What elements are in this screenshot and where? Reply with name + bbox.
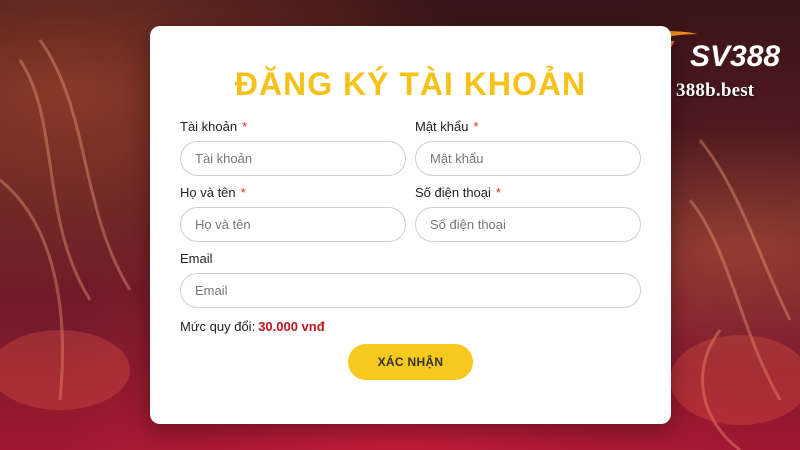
submit-button[interactable]: XÁC NHẬN <box>348 344 473 380</box>
form-title: ĐĂNG KÝ TÀI KHOẢN <box>234 66 587 102</box>
phone-label: Số điện thoại * <box>415 185 501 200</box>
username-label: Tài khoản * <box>180 119 248 134</box>
registration-card: ĐĂNG KÝ TÀI KHOẢN Tài khoản* Mật khẩu* H… <box>150 26 671 424</box>
required-marker: * <box>473 119 479 134</box>
required-marker: * <box>242 119 248 134</box>
password-label: Mật khẩu * <box>415 119 479 134</box>
required-marker: * <box>495 185 501 200</box>
phone-input[interactable] <box>415 207 641 242</box>
email-input[interactable] <box>180 273 641 308</box>
email-label: Email <box>180 251 213 266</box>
exchange-rate: Mức quy đổi: 30.000 vnđ <box>180 319 325 334</box>
password-input[interactable] <box>415 141 641 176</box>
fullname-input[interactable] <box>180 207 406 242</box>
required-marker: * <box>240 185 246 200</box>
fullname-label: Họ và tên * <box>180 185 246 200</box>
logo-text: SV388 <box>690 40 780 73</box>
username-input[interactable] <box>180 141 406 176</box>
site-url: 388b.best <box>676 80 755 101</box>
exchange-rate-value: 30.000 vnđ <box>258 319 325 334</box>
